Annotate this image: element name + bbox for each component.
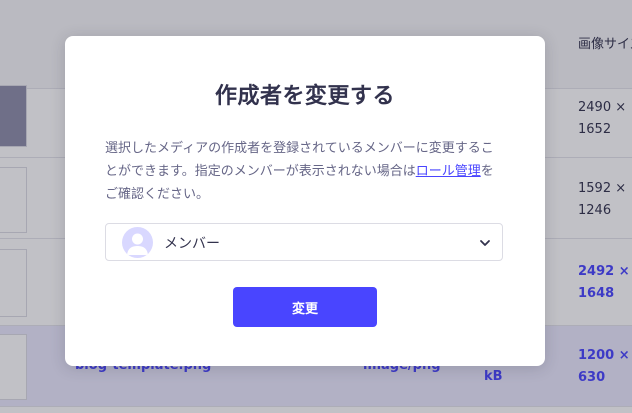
media-library-page: 名前 形式 容量 画像サイズ 2490 × 1652 1592 × 1246 2… [0,0,632,413]
dialog-title: 作成者を変更する [214,84,395,109]
chevron-down-icon[interactable] [478,236,492,250]
change-button[interactable]: 変更 [233,287,377,327]
select-value: メンバー [164,236,220,252]
user-silhouette-icon [127,233,148,255]
role-management-link[interactable]: ロール管理 [416,164,481,179]
member-select[interactable]: メンバー [105,223,503,261]
dialog-description: 選択したメディアの作成者を登録されているメンバーに変更することができます。指定の… [105,137,505,206]
change-author-dialog: 作成者を変更する 選択したメディアの作成者を登録されているメンバーに変更すること… [65,36,545,366]
user-avatar-icon [122,227,153,258]
